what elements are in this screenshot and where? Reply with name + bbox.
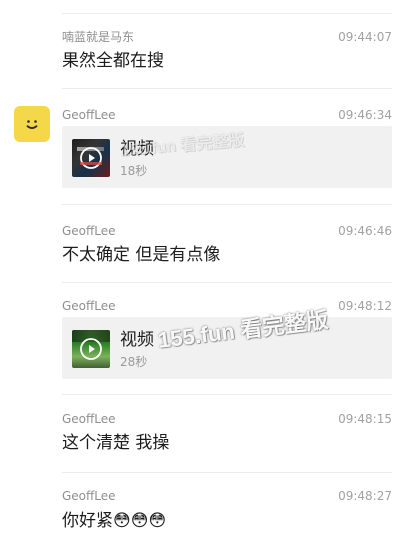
video-message-card[interactable]: 视频 28秒 [62, 317, 392, 379]
video-duration: 28秒 [120, 355, 148, 369]
video-thumbnail-green-icon[interactable] [72, 330, 110, 368]
flushed-face-emoji: 😳 [148, 511, 167, 531]
video-duration: 18秒 [120, 164, 148, 178]
video-thumbnail-dark-icon[interactable] [72, 139, 110, 177]
flushed-face-emoji: 😳 [113, 511, 131, 531]
message-time: 09:46:34 [338, 108, 392, 122]
video-message-card[interactable]: 视频 18秒 [62, 126, 392, 188]
sender-name: 喃蓝就是马东 [62, 30, 135, 44]
message-time: 09:44:07 [338, 30, 392, 44]
sender-name: GeoffLee [62, 108, 116, 122]
message-4[interactable]: GeoffLee 09:48:12 视频 28秒 [0, 282, 408, 395]
avatar[interactable] [14, 106, 50, 142]
video-label: 视频 [120, 139, 154, 159]
message-5[interactable]: GeoffLee 09:48:15 这个清楚 我操 [0, 394, 408, 473]
message-6[interactable]: GeoffLee 09:48:27 你好紧 😳 😳 😳 [0, 472, 408, 538]
flushed-face-emoji: 😳 [130, 511, 149, 531]
smile-face-icon [26, 120, 38, 129]
message-text: 你好紧 😳 😳 😳 [62, 510, 166, 532]
message-text: 这个清楚 我操 [62, 433, 170, 453]
chat-history-screen: 喃蓝就是马东 09:44:07 果然全都在搜 GeoffLee 09:46:34… [0, 0, 408, 538]
message-time: 09:48:27 [338, 489, 392, 503]
message-3[interactable]: GeoffLee 09:46:46 不太确定 但是有点像 [0, 204, 408, 283]
play-icon [80, 147, 102, 169]
message-1[interactable]: 喃蓝就是马东 09:44:07 果然全都在搜 [0, 0, 408, 89]
message-text: 不太确定 但是有点像 [62, 245, 221, 265]
message-time: 09:46:46 [338, 224, 392, 238]
sender-name: GeoffLee [62, 412, 116, 426]
message-text-content: 你好紧 [62, 511, 113, 531]
sender-name: GeoffLee [62, 489, 116, 503]
message-text: 果然全都在搜 [62, 51, 164, 71]
sender-name: GeoffLee [62, 299, 116, 313]
message-time: 09:48:12 [338, 299, 392, 313]
message-time: 09:48:15 [338, 412, 392, 426]
sender-name: GeoffLee [62, 224, 116, 238]
play-icon [80, 338, 102, 360]
message-2[interactable]: GeoffLee 09:46:34 视频 18秒 [0, 88, 408, 205]
video-label: 视频 [120, 330, 154, 350]
